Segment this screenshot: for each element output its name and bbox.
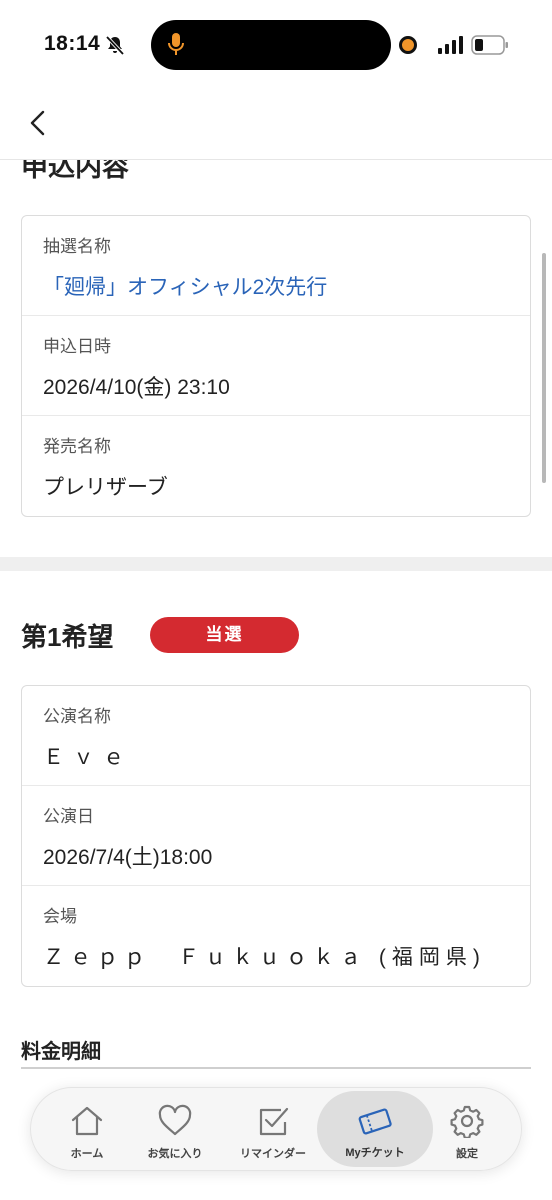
section-title-text: 申込内容: [21, 160, 129, 182]
row-value: プレリザーブ: [43, 476, 168, 499]
home-icon: [71, 1106, 103, 1136]
row-label: 申込日時: [43, 337, 111, 356]
row-label: 公演名称: [43, 707, 111, 726]
tab-label: リマインダー: [240, 1148, 306, 1160]
microphone-icon: [168, 33, 184, 55]
detail-row-sale-name: 発売名称 プレリザーブ: [22, 416, 530, 516]
application-details-card: 抽選名称 「廻帰」オフィシャル2次先行 申込日時 2026/4/10(金) 23…: [21, 215, 531, 517]
row-value: 2026/4/10(金) 23:10: [43, 376, 230, 399]
row-value: Ｅｖｅ: [43, 746, 133, 769]
detail-row-application-datetime: 申込日時 2026/4/10(金) 23:10: [22, 316, 530, 416]
section-title-application: 申込内容: [21, 160, 321, 182]
chevron-left-icon[interactable]: [22, 106, 56, 140]
recording-dot-icon: [399, 36, 417, 54]
row-label: 公演日: [43, 807, 94, 826]
scrollbar[interactable]: [542, 253, 546, 483]
tab-favorites[interactable]: お気に入り: [127, 1092, 223, 1166]
status-badge: 当選: [150, 617, 299, 653]
gear-icon: [450, 1105, 484, 1138]
row-value: Ｚｅｐｐ Ｆｕｋｕｏｋａ (福岡県): [43, 946, 486, 969]
cellular-signal-icon: [438, 36, 463, 54]
performance-details-card: 公演名称 Ｅｖｅ 公演日 2026/7/4(土)18:00 会場 Ｚｅｐｐ Ｆｕ…: [21, 685, 531, 987]
dynamic-island: [151, 20, 391, 70]
bell-slash-icon: [105, 35, 125, 56]
tab-reminder[interactable]: リマインダー: [225, 1092, 321, 1166]
tab-label: 設定: [456, 1148, 478, 1160]
detail-row-lottery-name: 抽選名称 「廻帰」オフィシャル2次先行: [22, 216, 530, 316]
row-label: 抽選名称: [43, 237, 111, 256]
first-choice-title: 第1希望: [21, 622, 114, 652]
detail-row-venue: 会場 Ｚｅｐｐ Ｆｕｋｕｏｋａ (福岡県): [22, 886, 530, 986]
fee-divider: [21, 1067, 531, 1069]
tab-my-ticket[interactable]: Myチケット: [317, 1091, 433, 1167]
tab-home[interactable]: ホーム: [39, 1092, 135, 1166]
battery-icon: [471, 35, 508, 55]
tab-settings[interactable]: 設定: [419, 1092, 515, 1166]
ticket-icon: [358, 1108, 392, 1135]
bottom-tab-bar: ホーム お気に入り リマインダー Myチケット 設定: [30, 1087, 522, 1171]
detail-row-performance-name: 公演名称 Ｅｖｅ: [22, 686, 530, 786]
status-time: 18:14: [44, 32, 101, 55]
checkbox-icon: [259, 1107, 289, 1136]
lottery-name-link[interactable]: 「廻帰」オフィシャル2次先行: [43, 271, 530, 301]
tab-label: ホーム: [70, 1148, 104, 1160]
tab-label: お気に入り: [147, 1148, 203, 1160]
nav-header: [0, 92, 552, 160]
status-bar: 18:14: [0, 0, 552, 92]
row-label: 発売名称: [43, 437, 111, 456]
row-value: 2026/7/4(土)18:00: [43, 846, 213, 869]
fee-details-title: 料金明細: [21, 1041, 101, 1063]
detail-row-performance-date: 公演日 2026/7/4(土)18:00: [22, 786, 530, 886]
row-label: 会場: [43, 907, 77, 926]
heart-icon: [158, 1104, 192, 1136]
tab-label: Myチケット: [345, 1147, 405, 1159]
section-divider: [0, 557, 552, 571]
